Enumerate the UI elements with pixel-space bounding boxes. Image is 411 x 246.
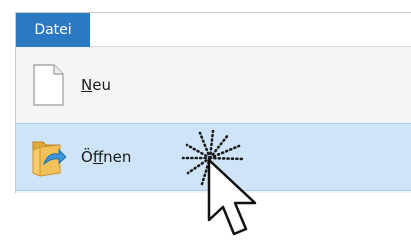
ribbon-tab-bar: Datei (16, 13, 411, 47)
menu-item-label: Öffnen (81, 148, 132, 166)
tab-datei[interactable]: Datei (16, 13, 90, 47)
blank-document-icon (30, 64, 66, 106)
arrow-cursor-icon (203, 158, 265, 242)
menu-item-label: Neu (81, 76, 111, 94)
open-folder-icon (30, 136, 67, 178)
menu-item-neu[interactable]: Neu (16, 52, 411, 119)
